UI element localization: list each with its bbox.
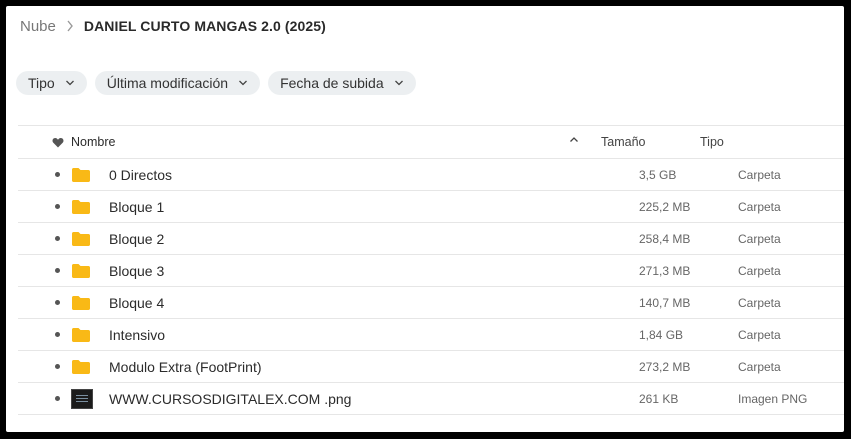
row-marker	[44, 204, 71, 209]
image-thumbnail-icon	[71, 388, 109, 409]
breadcrumb-root[interactable]: Nube	[20, 18, 56, 35]
file-name[interactable]: Bloque 4	[109, 295, 639, 311]
row-marker	[44, 236, 71, 241]
file-type: Imagen PNG	[738, 391, 808, 406]
bullet-dot-icon	[55, 332, 60, 337]
file-type: Carpeta	[738, 199, 781, 214]
table-row[interactable]: Bloque 1 225,2 MB Carpeta	[18, 191, 844, 223]
file-size: 140,7 MB	[639, 295, 691, 310]
file-name[interactable]: WWW.CURSOSDIGITALEX.COM .png	[109, 391, 639, 407]
row-marker	[44, 364, 71, 369]
bullet-dot-icon	[55, 300, 60, 305]
folder-icon	[71, 167, 109, 183]
bullet-dot-icon	[55, 364, 60, 369]
chevron-down-icon	[394, 80, 403, 86]
filter-type[interactable]: Tipo	[16, 71, 87, 95]
file-size: 1,84 GB	[639, 327, 684, 342]
filter-last-modified-label: Última modificación	[106, 75, 229, 91]
folder-icon	[71, 327, 109, 343]
bullet-dot-icon	[55, 236, 60, 241]
table-row[interactable]: Intensivo 1,84 GB Carpeta	[18, 319, 844, 351]
table-row[interactable]: Bloque 4 140,7 MB Carpeta	[18, 287, 844, 319]
folder-icon	[71, 199, 109, 215]
row-marker	[44, 268, 71, 273]
row-marker	[44, 172, 71, 177]
file-size: 261 KB	[639, 391, 679, 406]
table-header: Nombre Tamaño Tipo	[18, 125, 844, 159]
column-size-header[interactable]: Tamaño	[601, 135, 700, 149]
file-table: Nombre Tamaño Tipo 0 Directos 3,5 GB Carpe…	[18, 125, 844, 415]
file-size: 271,3 MB	[639, 263, 691, 278]
file-size: 225,2 MB	[639, 199, 691, 214]
folder-icon	[71, 231, 109, 247]
chevron-down-icon	[239, 80, 248, 86]
row-marker	[44, 396, 71, 401]
file-size: 273,2 MB	[639, 359, 691, 374]
table-row[interactable]: WWW.CURSOSDIGITALEX.COM .png 261 KB Imagen…	[18, 383, 844, 415]
folder-icon	[71, 263, 109, 279]
file-name[interactable]: Intensivo	[109, 327, 639, 343]
file-type: Carpeta	[738, 231, 781, 246]
file-size: 258,4 MB	[639, 231, 691, 246]
filter-last-modified[interactable]: Última modificación	[94, 71, 261, 95]
file-type: Carpeta	[738, 167, 781, 182]
column-type-header[interactable]: Tipo	[700, 135, 800, 149]
filter-type-label: Tipo	[28, 75, 55, 91]
chevron-up-icon[interactable]	[569, 135, 579, 145]
chevron-right-icon	[66, 20, 74, 32]
file-name[interactable]: Bloque 3	[109, 263, 639, 279]
filter-upload-date[interactable]: Fecha de subida	[268, 71, 416, 95]
table-row[interactable]: Bloque 3 271,3 MB Carpeta	[18, 255, 844, 287]
breadcrumb-current: DANIEL CURTO MANGAS 2.0 (2025)	[83, 18, 326, 34]
filter-bar: Tipo Última modificación Fecha de subida	[16, 71, 416, 95]
breadcrumb: Nube DANIEL CURTO MANGAS 2.0 (2025)	[20, 16, 326, 36]
file-type: Carpeta	[738, 327, 781, 342]
column-name-label: Nombre	[71, 135, 116, 149]
table-row[interactable]: 0 Directos 3,5 GB Carpeta	[18, 159, 844, 191]
file-name[interactable]: Modulo Extra (FootPrint)	[109, 359, 639, 375]
file-type: Carpeta	[738, 263, 781, 278]
filter-upload-date-label: Fecha de subida	[280, 75, 384, 91]
file-name[interactable]: 0 Directos	[109, 167, 639, 183]
folder-icon	[71, 359, 109, 375]
bullet-dot-icon	[55, 172, 60, 177]
file-name[interactable]: Bloque 2	[109, 231, 639, 247]
column-name-header[interactable]: Nombre	[71, 135, 601, 149]
table-row[interactable]: Modulo Extra (FootPrint) 273,2 MB Carpeta	[18, 351, 844, 383]
folder-icon	[71, 295, 109, 311]
heart-icon[interactable]	[44, 137, 71, 148]
file-browser-window: Nube DANIEL CURTO MANGAS 2.0 (2025) Tipo…	[6, 6, 844, 432]
bullet-dot-icon	[55, 396, 60, 401]
file-name[interactable]: Bloque 1	[109, 199, 639, 215]
file-size: 3,5 GB	[639, 167, 677, 182]
row-marker	[44, 300, 71, 305]
bullet-dot-icon	[55, 268, 60, 273]
table-row[interactable]: Bloque 2 258,4 MB Carpeta	[18, 223, 844, 255]
file-type: Carpeta	[738, 359, 781, 374]
row-marker	[44, 332, 71, 337]
chevron-down-icon	[65, 80, 74, 86]
bullet-dot-icon	[55, 204, 60, 209]
file-type: Carpeta	[738, 295, 781, 310]
